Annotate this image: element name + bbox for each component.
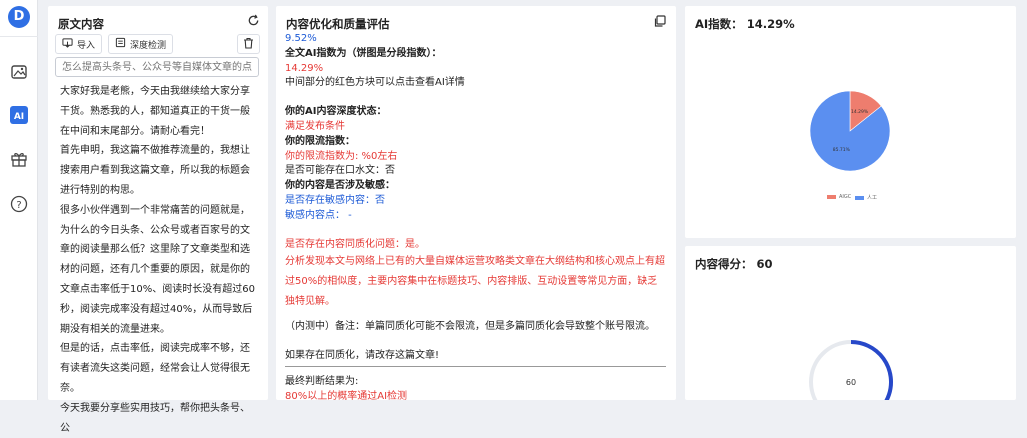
svg-text:AI: AI (14, 112, 24, 122)
final-label: 最终判断结果为: (285, 375, 359, 387)
rail-divider (0, 36, 38, 37)
article-paragraph: 今天我要分享些实用技巧，帮你把头条号、公 (60, 402, 250, 434)
note-text: （内测中）备注：单篇同质化可能不会限流，但是多篇同质化会导致整个账号限流。 (285, 321, 655, 333)
pie-label-aigc: 14.29% (851, 109, 869, 115)
rewrite-text: 如果存在同质化，请改存这篇文章! (285, 350, 440, 362)
gift-icon[interactable] (9, 149, 29, 169)
deep-check-label: 深度检测 (130, 40, 167, 51)
legend-swatch (855, 195, 864, 200)
legend-item-human: 人工 (855, 194, 877, 201)
deep-check-icon (115, 37, 126, 51)
ai-pie-chart[interactable]: 14.29% 85.71% (685, 6, 1016, 238)
ai-index-value: 14.29% (285, 62, 324, 74)
gauge-fill (850, 340, 893, 400)
legend-label: 人工 (867, 195, 878, 201)
import-icon (62, 37, 73, 51)
sensitive-value: 是否存在敏感内容：否 (285, 194, 385, 206)
legend-item-aigc: AIGC (827, 194, 851, 200)
limit-value: 你的限流指数为: %0左右 (285, 150, 398, 162)
depth-value: 满足发布条件 (285, 120, 345, 132)
pie-label-human: 85.71% (833, 147, 851, 153)
article-paragraph: 但是的话，点击率低，阅读完成率不够，还有读者流失这类问题，经常会让人觉得很无奈。 (60, 343, 250, 394)
refresh-icon[interactable] (247, 12, 260, 31)
gauge-value: 60 (846, 378, 856, 387)
depth-label: 你的AI内容深度状态： (285, 106, 387, 118)
article-paragraph: 很多小伙伴遇到一个非常痛苦的问题就是，为什么的今日头条、公众号或者百家号的文章的… (60, 204, 255, 335)
app-logo[interactable]: D (8, 6, 30, 28)
sensitive-label: 你的内容是否涉及敏感： (285, 180, 395, 192)
legend-swatch (827, 195, 836, 199)
divider (285, 365, 666, 367)
original-content-panel: 原文内容 导入 深度检测 大家好我是老熊，今天由我继续给大家分享干货。熟悉我的人… (48, 6, 268, 434)
ai-icon[interactable]: AI (9, 105, 29, 125)
article-text[interactable]: 大家好我是老熊，今天由我继续给大家分享干货。熟悉我的人，都知道真正的干货一般在中… (60, 82, 256, 438)
help-icon[interactable]: ? (9, 194, 29, 214)
ai-index-label: 全文AI指数为（饼图是分段指数）： (285, 47, 442, 59)
homog-line: 是否存在内容同质化问题：是。 (285, 238, 425, 250)
content-score-panel: 内容得分： 60 60 (685, 246, 1016, 400)
analysis-text: 分析发现本文与网络上已有的大量自媒体运营攻略类文章在大纲结构和核心观点上有超过5… (285, 256, 665, 308)
article-paragraph: 大家好我是老熊，今天由我继续给大家分享干货。熟悉我的人，都知道真正的干货一般在中… (60, 86, 250, 137)
deep-check-button[interactable]: 深度检测 (108, 34, 174, 54)
svg-text:?: ? (16, 200, 21, 211)
article-paragraph: 首先申明，我这篇不做推荐流量的，我想让搜索用户看到我这篇文章，所以我的标题会进行… (60, 145, 250, 196)
pct-line: 9.52% (285, 33, 317, 44)
import-button[interactable]: 导入 (55, 34, 103, 54)
final-value: 80%以上的概率通过AI检测 (285, 390, 408, 400)
water-line: 是否可能存在口水文：否 (285, 165, 395, 177)
sensitive-points: 敏感内容点： - (285, 209, 352, 221)
score-gauge: 60 (809, 340, 893, 400)
hint-text: 中间部分的红色方块可以点击查看AI详情 (285, 77, 465, 89)
legend-label: AIGC (839, 194, 852, 200)
trash-icon (243, 37, 254, 52)
evaluation-content[interactable]: 9.52% 全文AI指数为（饼图是分段指数）： 14.29% 中间部分的红色方块… (276, 32, 666, 400)
optimization-panel: 内容优化和质量评估 9.52% 全文AI指数为（饼图是分段指数）： 14.29%… (276, 6, 676, 400)
delete-button[interactable] (237, 34, 260, 54)
ai-index-panel: AI指数： 14.29% 14.29% 85.71% AIGC 人工 (685, 6, 1016, 238)
limit-label: 你的限流指数： (285, 135, 355, 147)
image-icon[interactable] (9, 62, 29, 82)
left-rail: D AI ? (0, 0, 38, 400)
search-input[interactable] (55, 57, 259, 77)
copy-icon[interactable] (654, 12, 666, 31)
import-label: 导入 (77, 40, 96, 51)
